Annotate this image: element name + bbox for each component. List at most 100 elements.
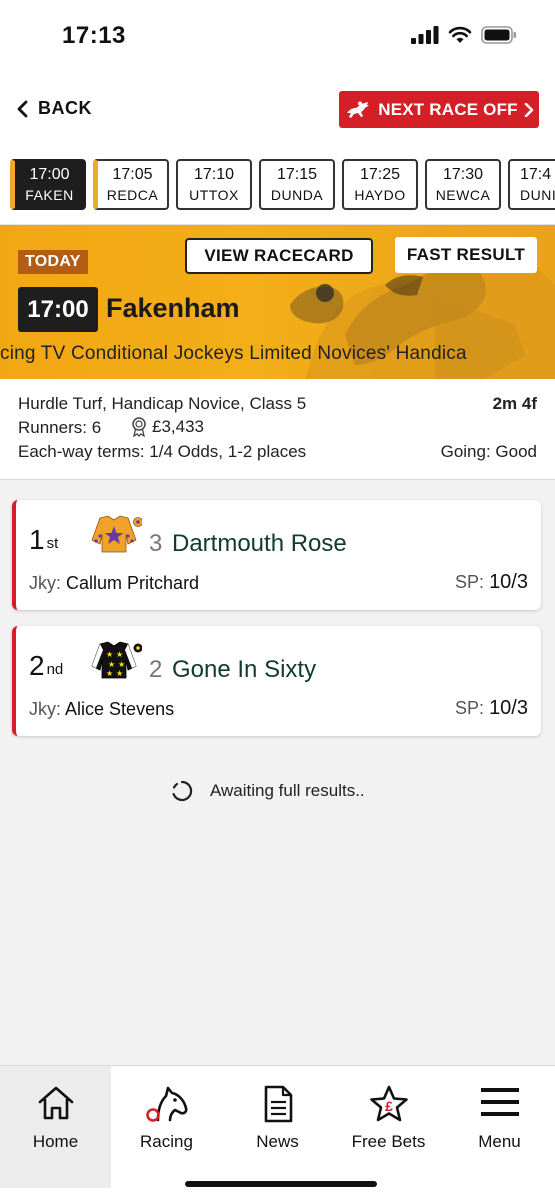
race-banner: TODAY VIEW RACECARD FAST RESULT 17:00 Fa… <box>0 225 555 379</box>
horse-head-icon <box>145 1086 187 1122</box>
jockey-silks-icon <box>91 515 142 553</box>
race-tab-course: DUNI <box>520 187 555 203</box>
race-time-badge: 17:00 <box>18 287 98 332</box>
race-tab[interactable]: 17:30 NEWCA <box>425 159 501 210</box>
each-way-terms: Each-way terms: 1/4 Odds, 1-2 places <box>18 442 307 461</box>
runners-count: Runners: 6 <box>18 418 102 437</box>
nav-menu[interactable]: Menu <box>444 1066 555 1188</box>
svg-text:★: ★ <box>108 660 115 669</box>
horse-number: 3 <box>149 530 163 557</box>
svg-text:★: ★ <box>106 669 113 678</box>
race-tab-time: 17:30 <box>442 166 484 183</box>
battery-icon <box>481 26 516 44</box>
course-name: Fakenham <box>106 293 240 323</box>
race-tab-course: REDCA <box>106 187 159 203</box>
race-tab-course: NEWCA <box>435 187 491 203</box>
today-badge: TODAY <box>18 250 88 274</box>
prize-money: £3,433 <box>130 417 204 437</box>
awaiting-text: Awaiting full results.. <box>210 781 365 800</box>
svg-text:★: ★ <box>116 669 123 678</box>
signal-icon <box>411 26 439 44</box>
top-nav: BACK NEXT RACE OFF <box>0 74 555 152</box>
race-distance: 2m 4f <box>492 394 537 413</box>
wifi-icon <box>448 26 472 43</box>
race-title-text: cing TV Conditional Jockeys Limited Novi… <box>0 343 467 364</box>
race-title: cing TV Conditional Jockeys Limited Novi… <box>0 343 555 365</box>
star-pound-icon: £ <box>369 1085 408 1122</box>
jockey-label: Jky: <box>29 699 62 719</box>
sp-value: 10/3 <box>489 697 528 719</box>
sp-label: SP: <box>455 698 485 718</box>
nav-home[interactable]: Home <box>0 1066 111 1188</box>
race-tab[interactable]: 17:10 UTTOX <box>176 159 252 210</box>
chevron-left-icon <box>17 100 28 117</box>
result-card[interactable]: 1st 3 Dartmouth Rose Jky: Callum Pritcha… <box>12 500 541 610</box>
next-race-label: NEXT RACE OFF <box>378 99 518 119</box>
nav-racing-label: Racing <box>140 1132 193 1151</box>
horse-name[interactable]: Dartmouth Rose <box>172 530 347 558</box>
starting-price: SP: 10/3 <box>455 697 528 720</box>
going: Going: Good <box>440 442 537 461</box>
sp-label: SP: <box>455 572 485 592</box>
race-tab-course: FAKEN <box>25 187 74 203</box>
prize-value: £3,433 <box>152 417 204 436</box>
position-number: 2 <box>29 650 45 681</box>
status-icons <box>411 26 517 44</box>
race-tab-course: HAYDO <box>354 187 406 203</box>
nav-free-bets-label: Free Bets <box>351 1132 426 1151</box>
back-label: BACK <box>38 98 92 118</box>
finish-position: 2nd <box>29 650 63 682</box>
race-tab[interactable]: 17:4 DUNI <box>508 159 555 210</box>
race-tab-time: 17:15 <box>276 166 318 183</box>
svg-text:£: £ <box>385 1098 393 1114</box>
svg-text:★: ★ <box>118 660 125 669</box>
jockey-name: Alice Stevens <box>65 699 175 719</box>
svg-text:★: ★ <box>106 650 113 659</box>
starting-price: SP: 10/3 <box>455 571 528 594</box>
race-time-tabs: 17:00 FAKEN 17:05 REDCA 17:10 UTTOX 17:1… <box>0 152 555 225</box>
jockey: Jky: Callum Pritchard <box>29 573 199 594</box>
rosette-icon <box>132 417 146 437</box>
bottom-nav: Home Racing News £ Free Bets Menu <box>0 1065 555 1200</box>
status-time: 17:13 <box>62 22 126 49</box>
race-tab-time: 17:25 <box>359 166 401 183</box>
race-tab-time: 17:4 <box>520 166 552 183</box>
nav-menu-label: Menu <box>478 1132 521 1151</box>
race-tab[interactable]: 17:15 DUNDA <box>259 159 335 210</box>
race-info: Hurdle Turf, Handicap Novice, Class 5 2m… <box>0 379 555 480</box>
svg-text:★: ★ <box>116 650 123 659</box>
race-tab[interactable]: 17:05 REDCA <box>93 159 169 210</box>
race-description: Hurdle Turf, Handicap Novice, Class 5 <box>18 394 307 413</box>
race-tab-course: DUNDA <box>270 187 324 203</box>
horse-number: 2 <box>149 656 163 683</box>
fast-result-button[interactable]: FAST RESULT <box>395 237 537 273</box>
jockey-label: Jky: <box>29 573 62 593</box>
document-icon <box>264 1085 292 1123</box>
home-icon <box>38 1086 73 1120</box>
nav-free-bets[interactable]: £ Free Bets <box>333 1066 444 1188</box>
race-tab-time: 17:05 <box>112 166 153 183</box>
race-tab[interactable]: 17:00 FAKEN <box>10 159 86 210</box>
chevron-right-icon <box>524 102 534 117</box>
back-button[interactable]: BACK <box>16 98 92 119</box>
race-tab-course: UTTOX <box>189 187 239 203</box>
race-tab[interactable]: 17:25 HAYDO <box>342 159 418 210</box>
position-suffix: st <box>46 535 59 552</box>
view-racecard-button[interactable]: VIEW RACECARD <box>185 238 373 274</box>
nav-news[interactable]: News <box>222 1066 333 1188</box>
nav-home-label: Home <box>32 1132 79 1151</box>
nav-news-label: News <box>256 1132 299 1151</box>
sp-value: 10/3 <box>489 571 528 593</box>
next-race-off-button[interactable]: NEXT RACE OFF <box>339 91 539 128</box>
awaiting-results: Awaiting full results.. <box>170 779 365 803</box>
hamburger-icon <box>480 1088 519 1116</box>
race-tab-time: 17:10 <box>193 166 235 183</box>
result-card[interactable]: 2nd ★ ★ ★ ★ ★ ★ 2 Gone In Sixty Jky: Ali… <box>12 626 541 736</box>
jockey-name: Callum Pritchard <box>66 573 200 593</box>
position-suffix: nd <box>46 661 64 678</box>
loading-spinner-icon <box>172 780 193 802</box>
status-bar: 17:13 <box>0 0 555 74</box>
nav-racing[interactable]: Racing <box>111 1066 222 1188</box>
horse-name[interactable]: Gone In Sixty <box>172 656 316 684</box>
home-indicator[interactable] <box>185 1181 377 1187</box>
